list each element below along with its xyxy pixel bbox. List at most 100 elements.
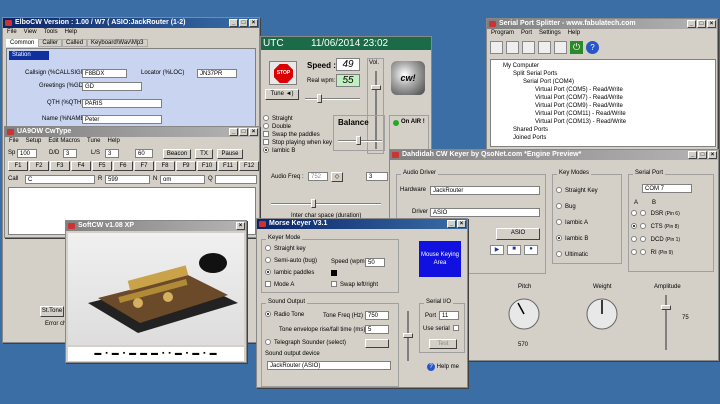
tree-split-ports[interactable]: Split Serial Ports — [493, 70, 713, 78]
f11-button[interactable]: F11 — [218, 161, 238, 171]
maximize-button[interactable]: □ — [239, 128, 248, 136]
maximize-button[interactable]: □ — [239, 19, 248, 27]
tab-common[interactable]: Common — [6, 39, 39, 47]
menu-help[interactable]: Help — [568, 29, 580, 38]
menu-program[interactable]: Program — [491, 29, 514, 38]
rst-input[interactable]: 599 — [105, 175, 150, 184]
swap-checkbox[interactable]: Swap left/right — [331, 281, 378, 289]
option-stop-playing[interactable]: Stop playing when key — [263, 139, 332, 147]
use-serial-checkbox[interactable]: Use serial — [423, 325, 462, 333]
tree-virtual-com13[interactable]: Virtual Port (COM13) - Read/Write — [493, 118, 713, 126]
pin-ri-row[interactable]: RI (Pin 9) — [631, 249, 673, 257]
power-icon[interactable]: ⏻ — [570, 41, 583, 54]
option-swap-paddles[interactable]: Swap the paddles — [263, 131, 332, 139]
hardware-select[interactable]: JackRouter — [430, 186, 540, 195]
asio-button[interactable]: ASIO — [496, 228, 540, 240]
speed-slider[interactable] — [305, 94, 360, 103]
tree-shared-ports[interactable]: Shared Ports — [493, 126, 713, 134]
weight-knob[interactable] — [582, 294, 622, 334]
f9-button[interactable]: F9 — [176, 161, 196, 171]
close-button[interactable]: × — [249, 128, 258, 136]
tune-button[interactable]: Tune ◄) — [265, 89, 299, 100]
tree-virtual-com7[interactable]: Virtual Port (COM7) - Read/Write — [493, 94, 713, 102]
pin-dsr-row[interactable]: DSR (Pin 6) — [631, 210, 680, 218]
tree-my-computer[interactable]: My Computer — [493, 62, 713, 70]
tree-joined-ports[interactable]: Joined Ports — [493, 134, 713, 142]
beacon-button[interactable]: Beacon — [163, 149, 191, 159]
qth-input[interactable]: PARIS — [82, 99, 162, 108]
tree-virtual-com5[interactable]: Virtual Port (COM5) - Read/Write — [493, 86, 713, 94]
cwtype-titlebar[interactable]: UA9OW CwType _ □ × — [5, 127, 259, 137]
dahdidah-titlebar[interactable]: Dahdidah CW Keyer by QsoNet.com *Engine … — [390, 150, 718, 160]
mode-iambic-paddles[interactable]: Iambic paddles — [265, 269, 314, 277]
f4-button[interactable]: F4 — [71, 161, 91, 171]
close-button[interactable]: × — [249, 19, 258, 27]
menu-tune[interactable]: Tune — [87, 137, 100, 146]
mode-straight-key[interactable]: Straight Key — [556, 187, 598, 195]
mode-iambic-b[interactable]: Iambic B — [556, 235, 588, 243]
freq-spin-button[interactable]: ◇ — [331, 172, 343, 182]
com-select[interactable]: COM 7 — [642, 184, 692, 193]
audio-freq-input[interactable]: 752 — [308, 172, 328, 181]
speed-input[interactable]: 50 — [365, 258, 385, 267]
tab-keyboard[interactable]: Keyboard\Wav\Mp3 — [87, 39, 148, 47]
st-tone-button[interactable]: St.Tone — [40, 306, 64, 317]
close-button[interactable]: × — [707, 20, 716, 28]
greetings-input[interactable]: GD — [82, 82, 142, 91]
loop-icon[interactable]: ● — [524, 245, 538, 255]
locator-input[interactable]: JN37PR — [197, 69, 237, 78]
tree-serial-com4[interactable]: Serial Port (COM4) — [493, 78, 713, 86]
help-icon[interactable]: ? — [586, 41, 599, 54]
mode-semi-auto[interactable]: Semi-auto (bug) — [265, 257, 317, 265]
name-input[interactable]: Peter — [82, 115, 162, 124]
pin-cts-row[interactable]: CTS (Pin 8) — [631, 223, 679, 231]
help-link[interactable]: ? Help me — [427, 363, 459, 371]
pin-dcd-row[interactable]: DCD (Pin 1) — [631, 236, 680, 244]
menu-help[interactable]: Help — [108, 137, 120, 146]
option-straight[interactable]: Straight — [263, 115, 332, 123]
close-button[interactable]: × — [457, 220, 466, 228]
tree-virtual-com11[interactable]: Virtual Port (COM11) - Read/Write — [493, 110, 713, 118]
menu-setup[interactable]: Setup — [26, 137, 42, 146]
maximize-button[interactable]: □ — [698, 151, 707, 159]
menu-file[interactable]: File — [9, 137, 19, 146]
menu-port[interactable]: Port — [521, 29, 532, 38]
stop-icon[interactable]: ■ — [507, 245, 521, 255]
telegraph-sounder-option[interactable]: Telegraph Sounder (select) — [265, 339, 346, 347]
f6-button[interactable]: F6 — [113, 161, 133, 171]
test-button[interactable]: Test — [429, 339, 457, 349]
pitch-knob[interactable] — [504, 294, 544, 334]
mode-ultimatic[interactable]: Ultimatic — [556, 251, 588, 259]
option-double[interactable]: Double — [263, 123, 332, 131]
tab-called[interactable]: Called — [62, 39, 88, 47]
mode-straight-key[interactable]: Straight key — [265, 245, 306, 253]
menu-edit-macros[interactable]: Edit Macros — [48, 137, 80, 146]
ls-input[interactable]: 3 — [105, 149, 119, 158]
option-iambic-b[interactable]: Iambic B — [263, 147, 332, 155]
driver-select[interactable]: ASIO — [430, 208, 540, 217]
tone-freq-input[interactable]: 750 — [365, 311, 389, 320]
f1-button[interactable]: F1 — [8, 161, 28, 171]
tree-virtual-com9[interactable]: Virtual Port (COM9) - Read/Write — [493, 102, 713, 110]
name-input[interactable]: om — [160, 175, 205, 184]
mouse-keying-area[interactable]: Mouse Keying Area — [419, 241, 461, 277]
device-select[interactable]: JackRouter (ASIO) — [267, 361, 391, 370]
inter-char-slider[interactable] — [271, 199, 381, 208]
menu-view[interactable]: View — [24, 28, 37, 37]
softcw-titlebar[interactable]: SoftCW v1.08 XP × — [66, 221, 246, 231]
stop-button[interactable]: STOP — [269, 61, 297, 85]
volume-slider[interactable] — [403, 311, 413, 361]
f3-button[interactable]: F3 — [50, 161, 70, 171]
mode-iambic-a[interactable]: Iambic A — [556, 219, 588, 227]
call-input[interactable]: C — [25, 175, 95, 184]
edit-port-icon[interactable] — [506, 41, 519, 54]
morse-keyer-titlebar[interactable]: Morse Keyer V3.1 _ × — [257, 219, 467, 229]
minimize-button[interactable]: _ — [688, 151, 697, 159]
minimize-button[interactable]: _ — [229, 19, 238, 27]
qth-input[interactable] — [215, 175, 257, 184]
f10-button[interactable]: F10 — [197, 161, 217, 171]
remove-port-icon[interactable] — [522, 41, 535, 54]
sp-input[interactable]: 100 — [17, 149, 37, 158]
minimize-button[interactable]: _ — [447, 220, 456, 228]
maximize-button[interactable]: □ — [697, 20, 706, 28]
